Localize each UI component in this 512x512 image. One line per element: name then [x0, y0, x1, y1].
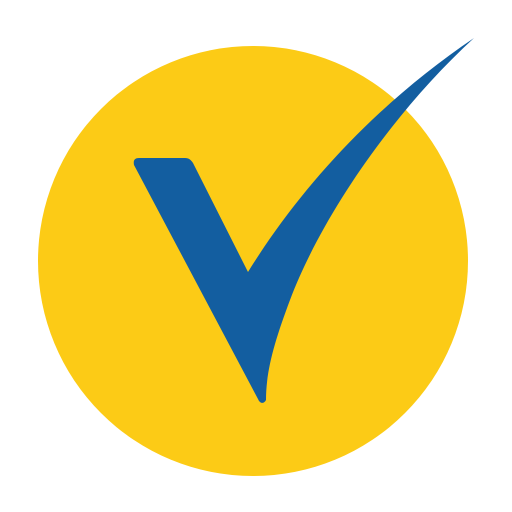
- logo-canvas: [0, 0, 512, 512]
- checkmark-logo-icon: [38, 38, 474, 476]
